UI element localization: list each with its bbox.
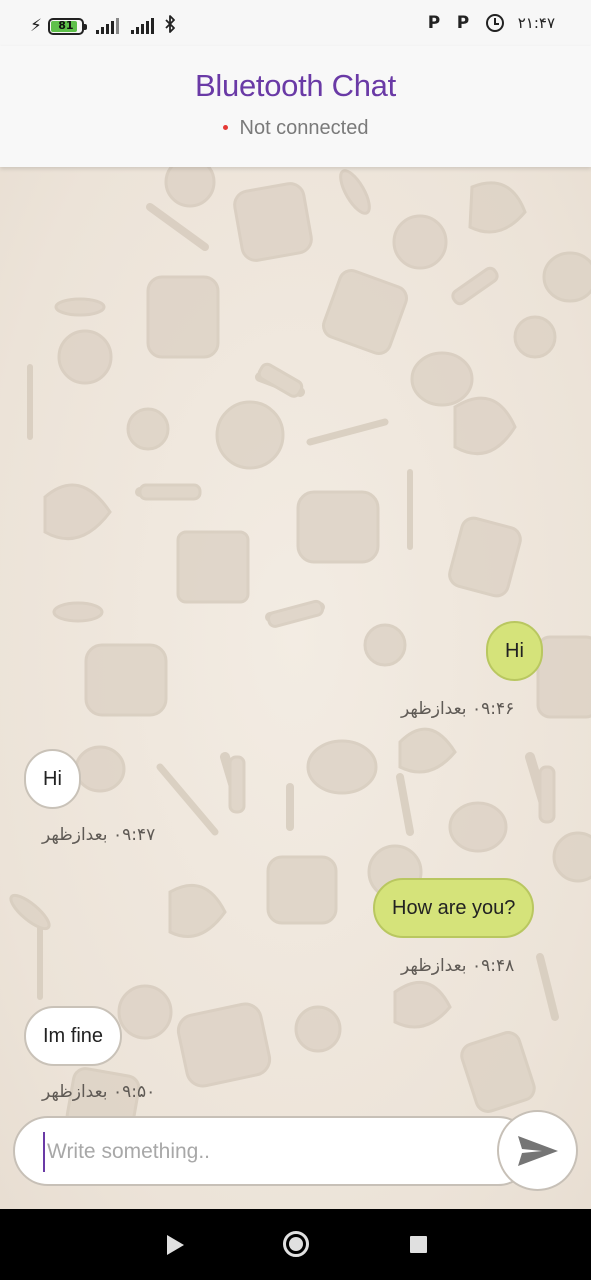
parking-notification-icon: P [456,12,470,33]
message-text: Hi [43,768,62,790]
signal-icon [95,18,119,34]
status-bar: ⚡ 81 P P ۲۱:۴۷ [0,0,591,46]
message-timestamp: ۰۹:۴۶ بعدازظهر [401,699,515,719]
incoming-message-bubble[interactable]: Hi [24,749,81,809]
back-icon[interactable] [167,1235,184,1255]
app-bar: Bluetooth Chat Not connected [0,46,591,167]
outgoing-message-bubble[interactable]: Hi [486,621,543,681]
incoming-message-bubble[interactable]: Im fine [24,1006,123,1066]
outgoing-message-bubble[interactable]: How are you? [373,878,535,938]
message-timestamp: ۰۹:۴۸ بعدازظهر [401,956,515,976]
status-bar-right: P P ۲۱:۴۷ [428,14,555,32]
signal-icon [130,18,154,34]
alarm-icon [485,14,504,32]
message-timestamp: ۰۹:۵۰ بعدازظهر [42,1082,156,1102]
message-timestamp: ۰۹:۴۷ بعدازظهر [42,825,156,845]
connection-status: Not connected [0,117,591,140]
page-title: Bluetooth Chat [195,68,396,103]
parking-notification-icon: P [427,12,441,33]
message-input[interactable] [43,1132,483,1172]
charging-bolt-icon: ⚡ [30,16,42,36]
battery-icon: 81 [47,17,87,35]
bluetooth-icon [164,15,176,37]
message-text: Im fine [43,1025,104,1047]
chat-area[interactable]: Hi ۰۹:۴۶ بعدازظهر Hi ۰۹:۴۷ بعدازظهر How … [0,167,591,1209]
status-dot-icon [222,124,228,130]
connection-status-text: Not connected [239,117,369,139]
message-text: How are you? [392,897,516,919]
send-icon [517,1135,558,1166]
message-composer [13,1116,533,1186]
message-text: Hi [505,640,524,662]
home-icon[interactable] [283,1231,309,1257]
status-time: ۲۱:۴۷ [517,14,555,32]
battery-level: 81 [58,18,74,32]
status-bar-left: ⚡ 81 [30,15,176,37]
recents-icon[interactable] [410,1236,427,1253]
system-nav-bar [0,1209,591,1280]
send-button[interactable] [497,1110,578,1191]
